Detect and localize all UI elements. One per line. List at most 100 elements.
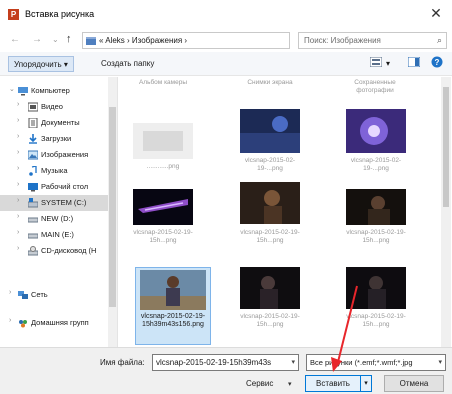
music-folder-icon [29, 166, 37, 176]
file-list-scrollbar-thumb[interactable] [443, 87, 449, 207]
sidebar-item-pictures[interactable]: › Изображения [0, 147, 116, 163]
image-thumbnail[interactable] [240, 267, 300, 309]
navigation-bar: ← → ⌄ ↑ « Aleks › Изображения › ⌄ ↻ Поис… [0, 28, 452, 52]
sidebar-item-desktop[interactable]: › Рабочий стол [0, 179, 116, 195]
close-button[interactable]: ✕ [426, 4, 446, 22]
sidebar-item-label: Компьютер [31, 86, 70, 95]
video-folder-icon [28, 102, 38, 112]
chevron-right-icon[interactable]: › [17, 117, 19, 124]
file-caption: vlcsnap-2015-02-19-15h...png [240, 229, 300, 244]
chevron-right-icon[interactable]: › [17, 229, 19, 236]
sidebar-item-label: NEW (D:) [41, 214, 74, 223]
sidebar-item-label: CD-дисковод (H [41, 246, 97, 255]
sidebar-item-label: Изображения [41, 150, 89, 159]
documents-folder-icon [28, 118, 38, 128]
image-thumbnail[interactable] [240, 109, 300, 153]
sidebar-item-label: Видео [41, 102, 63, 111]
new-folder-button[interactable]: Создать папку [96, 56, 159, 72]
search-input[interactable]: Поиск: Изображения ⌕ [298, 32, 447, 49]
search-icon[interactable]: ⌕ [437, 35, 442, 46]
address-bar[interactable]: « Aleks › Изображения › ⌄ ↻ [82, 32, 368, 49]
sidebar-scrollbar[interactable] [108, 77, 117, 347]
image-thumbnail[interactable] [240, 182, 300, 224]
computer-icon [18, 87, 28, 96]
chevron-down-icon[interactable]: ▾ [438, 358, 442, 366]
back-arrow-icon[interactable]: ← [10, 34, 20, 45]
filename-input[interactable]: vlcsnap-2015-02-19-15h39m43s ▾ [152, 354, 299, 371]
chevron-right-icon[interactable]: › [17, 197, 19, 204]
navigation-pane: ⌄ Компьютер › Видео › Документы › Загруз… [0, 77, 118, 347]
chevron-right-icon[interactable]: › [17, 213, 19, 220]
image-thumbnail[interactable] [346, 109, 406, 153]
tools-button[interactable]: Сервис [246, 379, 273, 388]
view-dropdown-icon[interactable]: ▾ [384, 56, 392, 72]
dialog-footer: Имя файла: vlcsnap-2015-02-19-15h39m43s … [0, 347, 452, 394]
chevron-right-icon[interactable]: › [9, 317, 11, 324]
image-thumbnail[interactable] [133, 123, 193, 159]
chevron-down-icon[interactable]: ▾ [291, 358, 295, 366]
sidebar-item-new-d[interactable]: › NEW (D:) [0, 211, 116, 227]
preview-pane-icon[interactable] [408, 57, 420, 67]
sidebar-item-music[interactable]: › Музыка [0, 163, 116, 179]
sidebar-item-main-e[interactable]: › MAIN (E:) [0, 227, 116, 243]
chevron-right-icon[interactable]: › [17, 245, 19, 252]
insert-dropdown-button[interactable]: ▾ [361, 375, 372, 392]
sidebar-item-cd-drive[interactable]: › CD-дисковод (H [0, 243, 116, 259]
sidebar-item-network[interactable]: › Сеть [0, 287, 116, 303]
image-thumbnail[interactable] [346, 189, 406, 225]
pictures-folder-icon [28, 150, 38, 160]
tools-dropdown-icon[interactable]: ▾ [288, 380, 292, 388]
image-thumbnail[interactable] [140, 270, 206, 310]
address-path: « Aleks › Изображения › [99, 36, 188, 45]
image-thumbnail[interactable] [346, 267, 406, 309]
chevron-right-icon[interactable]: › [17, 181, 19, 188]
chevron-right-icon[interactable]: › [17, 165, 19, 172]
folder-item[interactable]: Сохраненные фотографии [342, 79, 408, 95]
cancel-button[interactable]: Отмена [384, 375, 444, 392]
up-arrow-icon[interactable]: ↑ [66, 33, 72, 45]
file-caption: ............png [146, 163, 180, 170]
sidebar-item-computer[interactable]: ⌄ Компьютер [0, 83, 116, 99]
sidebar-item-homegroup[interactable]: › Домашняя групп [0, 315, 116, 331]
chevron-right-icon[interactable]: › [17, 133, 19, 140]
file-caption: vlcsnap-2015-02-19-15h...png [346, 313, 406, 328]
forward-arrow-icon[interactable]: → [32, 34, 42, 45]
chevron-down-icon[interactable]: ⌄ [9, 85, 15, 93]
cd-drive-icon [28, 246, 38, 256]
sidebar-item-label: Рабочий стол [41, 182, 89, 191]
organize-button[interactable]: Упорядочить ▾ [8, 56, 74, 72]
file-list: Альбом камеры Снимки экрана Сохраненные … [119, 77, 441, 347]
sidebar-item-label: Сеть [31, 290, 48, 299]
sidebar-item-label: Документы [41, 118, 80, 127]
homegroup-icon [19, 320, 27, 328]
sidebar-item-system-c[interactable]: › SYSTEM (C:) [0, 195, 116, 211]
help-icon[interactable]: ? [431, 56, 443, 68]
search-placeholder: Поиск: Изображения [304, 36, 381, 45]
view-options-icon[interactable] [370, 57, 382, 67]
file-type-select[interactable]: Все рисунки (*.emf;*.wmf;*.jpg ▾ [306, 354, 446, 371]
sidebar-item-video[interactable]: › Видео [0, 99, 116, 115]
image-thumbnail[interactable] [133, 189, 193, 225]
insert-button[interactable]: Вставить [305, 375, 361, 392]
network-icon [18, 291, 28, 299]
chevron-right-icon[interactable]: › [17, 101, 19, 108]
file-caption: vlcsnap-2015-02-19-15h39m43s156.png [140, 313, 206, 328]
toolbar: Упорядочить ▾ Создать папку ▾ ? [0, 52, 452, 76]
chevron-right-icon[interactable]: › [9, 289, 11, 296]
file-list-scrollbar[interactable] [441, 77, 451, 347]
svg-text:?: ? [435, 58, 440, 67]
folder-item[interactable]: Снимки экрана [240, 79, 300, 87]
powerpoint-icon: P [8, 9, 19, 20]
file-caption: vlcsnap-2015-02-19-...png [350, 157, 402, 172]
system-drive-icon [28, 198, 38, 208]
recent-locations-chevron-icon[interactable]: ⌄ [52, 35, 59, 44]
sidebar-item-label: Загрузки [41, 134, 72, 143]
file-caption: vlcsnap-2015-02-19-15h...png [346, 229, 406, 244]
folder-item[interactable]: Альбом камеры [133, 79, 193, 87]
sidebar-item-label: SYSTEM (C:) [41, 198, 87, 207]
sidebar-item-documents[interactable]: › Документы [0, 115, 116, 131]
sidebar-item-downloads[interactable]: › Загрузки [0, 131, 116, 147]
sidebar-scrollbar-thumb[interactable] [109, 107, 116, 307]
folder-location-icon [86, 37, 96, 45]
chevron-right-icon[interactable]: › [17, 149, 19, 156]
